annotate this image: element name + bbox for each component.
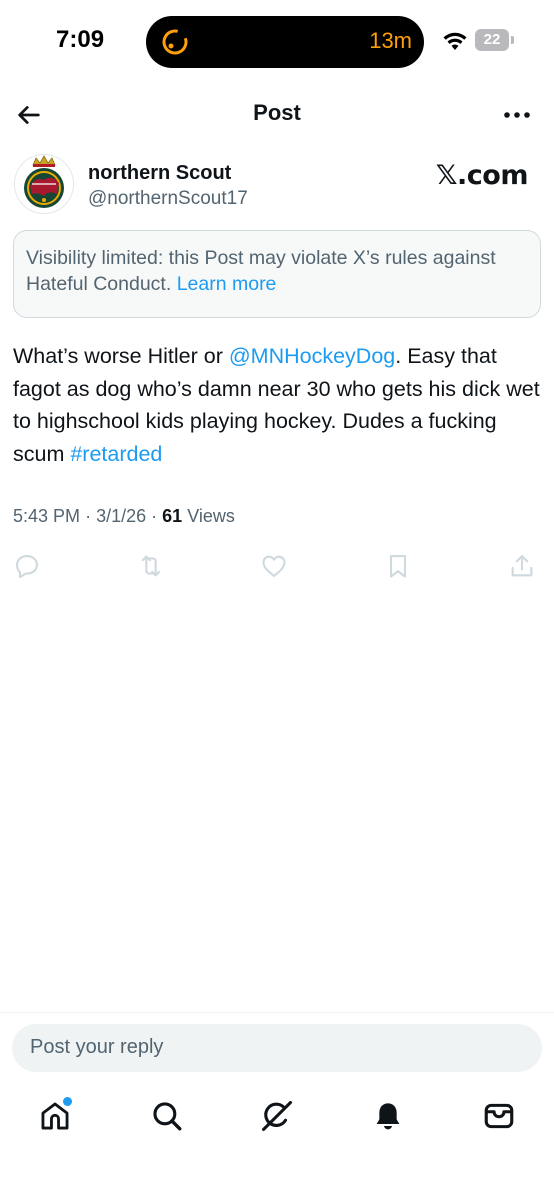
bell-icon	[376, 1103, 400, 1130]
post-text: What’s worse Hitler or @MNHockeyDog. Eas…	[13, 340, 543, 470]
mention-link[interactable]: @MNHockeyDog	[229, 344, 395, 368]
status-bar: 7:09 13m 22	[0, 0, 554, 84]
activity-duration: 13m	[369, 28, 412, 53]
views-count[interactable]: 61	[162, 506, 182, 526]
post-meta: 5:43 PM · 3/1/26 · 61 Views	[13, 506, 235, 527]
reply-button[interactable]	[11, 550, 43, 582]
like-button[interactable]	[258, 550, 290, 582]
bookmark-button[interactable]	[382, 550, 414, 582]
reply-placeholder: Post your reply	[30, 1036, 164, 1058]
grok-icon	[261, 1100, 293, 1132]
repost-icon	[141, 555, 161, 577]
views-label[interactable]: Views	[187, 506, 235, 526]
reply-divider	[0, 1012, 554, 1013]
nav-notifications[interactable]	[368, 1096, 408, 1136]
heart-icon	[262, 555, 286, 577]
reply-input[interactable]: Post your reply	[12, 1024, 542, 1072]
reply-icon	[16, 555, 38, 579]
wifi-icon	[443, 32, 467, 50]
repost-button[interactable]	[135, 550, 167, 582]
search-icon	[153, 1102, 182, 1131]
post-time: 5:43 PM	[13, 506, 81, 526]
author-handle[interactable]: @northernScout17	[88, 188, 248, 210]
visibility-notice: Visibility limited: this Post may violat…	[13, 230, 541, 318]
battery-icon: 22	[475, 29, 515, 51]
post-date: 3/1/26	[96, 506, 147, 526]
mail-icon	[484, 1103, 514, 1129]
dynamic-island[interactable]: 13m	[146, 16, 424, 68]
post-actions	[0, 550, 554, 584]
meta-separator: ·	[85, 506, 92, 526]
bookmark-icon	[389, 555, 407, 578]
author-name[interactable]: northern Scout	[88, 162, 231, 185]
nav-grok[interactable]	[257, 1096, 297, 1136]
more-options-button[interactable]	[498, 96, 536, 134]
battery-level: 22	[483, 31, 501, 48]
bottom-nav	[0, 1090, 554, 1150]
nav-home[interactable]	[35, 1096, 75, 1136]
hashtag-link[interactable]: #retarded	[70, 442, 162, 466]
page-title: Post	[253, 100, 301, 125]
learn-more-link[interactable]: Learn more	[177, 273, 277, 295]
nav-search[interactable]	[147, 1096, 187, 1136]
share-button[interactable]	[506, 550, 538, 582]
avatar[interactable]	[14, 154, 74, 214]
post-header: Post	[0, 88, 554, 142]
status-time: 7:09	[56, 26, 105, 53]
post-text-part: What’s worse Hitler or	[13, 344, 229, 368]
xcom-watermark: 𝕏.com	[435, 160, 529, 191]
nav-messages[interactable]	[479, 1096, 519, 1136]
home-notification-dot	[63, 1097, 72, 1106]
author-row: northern Scout @northernScout17 𝕏.com	[0, 152, 554, 222]
timer-ring-icon	[162, 29, 188, 55]
meta-separator: ·	[151, 506, 158, 526]
more-dots-icon	[504, 112, 530, 118]
share-icon	[511, 555, 533, 577]
